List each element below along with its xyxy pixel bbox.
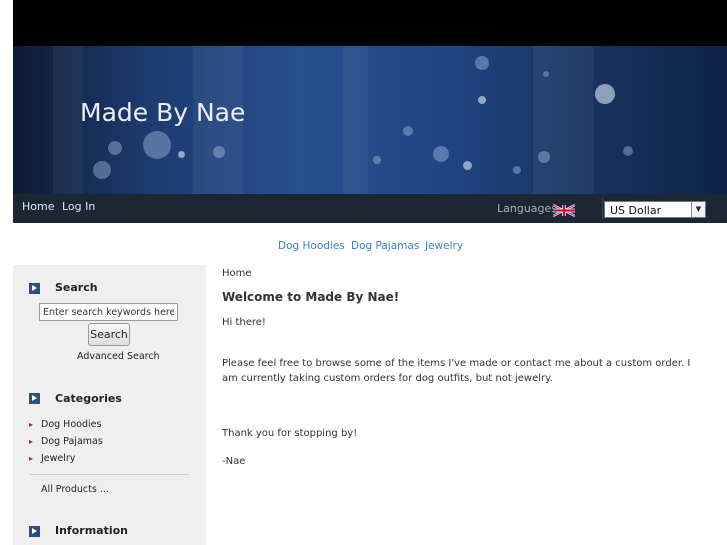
bokeh-dot — [143, 131, 171, 159]
bokeh-dot — [108, 141, 122, 155]
bokeh-dot — [475, 56, 489, 70]
left-sidebar: Search Search Advanced Search Categories… — [13, 265, 206, 545]
bokeh-dot — [623, 146, 633, 156]
bullet-arrow-icon: ▸ — [29, 437, 34, 446]
bokeh-dot — [178, 151, 185, 158]
category-item-label: Dog Hoodies — [41, 419, 102, 430]
catnav-dog-hoodies[interactable]: Dog Hoodies — [278, 240, 345, 252]
bokeh-dot — [213, 146, 225, 158]
search-box-title: Search — [55, 281, 98, 294]
play-arrow-icon — [29, 526, 40, 537]
bokeh-dot — [93, 161, 111, 179]
search-input[interactable] — [39, 303, 178, 321]
category-navigation: Dog Hoodies Dog Pajamas Jewelry — [0, 240, 727, 254]
bullet-arrow-icon: ▸ — [29, 454, 34, 463]
banner-light-streak — [533, 46, 593, 194]
top-black-bar — [13, 0, 727, 46]
banner-light-streak — [53, 46, 83, 194]
uk-flag-icon[interactable] — [552, 202, 576, 217]
nav-login-link[interactable]: Log In — [62, 200, 95, 213]
nav-divider — [602, 198, 603, 219]
banner-light-streak — [343, 46, 368, 194]
bokeh-dot — [513, 166, 521, 174]
languages-label: Languages — [497, 202, 558, 215]
catnav-jewelry[interactable]: Jewelry — [425, 240, 463, 252]
site-title[interactable]: Made By Nae — [80, 98, 245, 127]
play-arrow-icon — [29, 283, 40, 294]
categories-box-title: Categories — [55, 392, 122, 405]
currency-selected-value: US Dollar — [610, 204, 662, 217]
category-item-label: Dog Pajamas — [41, 436, 103, 447]
greeting-text: Hi there! — [222, 317, 266, 328]
currency-select[interactable]: US Dollar ▼ — [604, 201, 706, 218]
advanced-search-link[interactable]: Advanced Search — [77, 351, 160, 362]
play-arrow-icon — [29, 393, 40, 404]
intro-paragraph: Please feel free to browse some of the i… — [222, 358, 691, 384]
bokeh-dot — [478, 96, 486, 104]
header-banner: Made By Nae — [13, 46, 727, 194]
bokeh-dot — [403, 126, 413, 136]
bullet-arrow-icon: ▸ — [29, 420, 34, 429]
page-title: Welcome to Made By Nae! — [222, 290, 400, 304]
thanks-text: Thank you for stopping by! — [222, 428, 358, 439]
breadcrumb[interactable]: Home — [222, 268, 252, 279]
bokeh-dot — [538, 151, 550, 163]
catnav-dog-pajamas[interactable]: Dog Pajamas — [351, 240, 419, 252]
signature-text: -Nae — [222, 456, 246, 467]
nav-home-link[interactable]: Home — [22, 200, 54, 213]
category-item-label: Jewelry — [41, 453, 76, 464]
bokeh-dot — [373, 156, 381, 164]
information-box-title: Information — [55, 524, 128, 537]
bokeh-dot — [463, 161, 472, 170]
top-navigation-bar: Home Log In Languages US Dollar ▼ — [13, 194, 727, 223]
bokeh-dot — [543, 71, 549, 77]
bokeh-dot — [595, 84, 615, 104]
bokeh-dot — [433, 146, 449, 162]
search-button[interactable]: Search — [88, 323, 130, 346]
chevron-down-icon[interactable]: ▼ — [691, 202, 705, 217]
sidebar-divider — [30, 474, 189, 475]
all-products-link[interactable]: All Products ... — [41, 484, 109, 495]
